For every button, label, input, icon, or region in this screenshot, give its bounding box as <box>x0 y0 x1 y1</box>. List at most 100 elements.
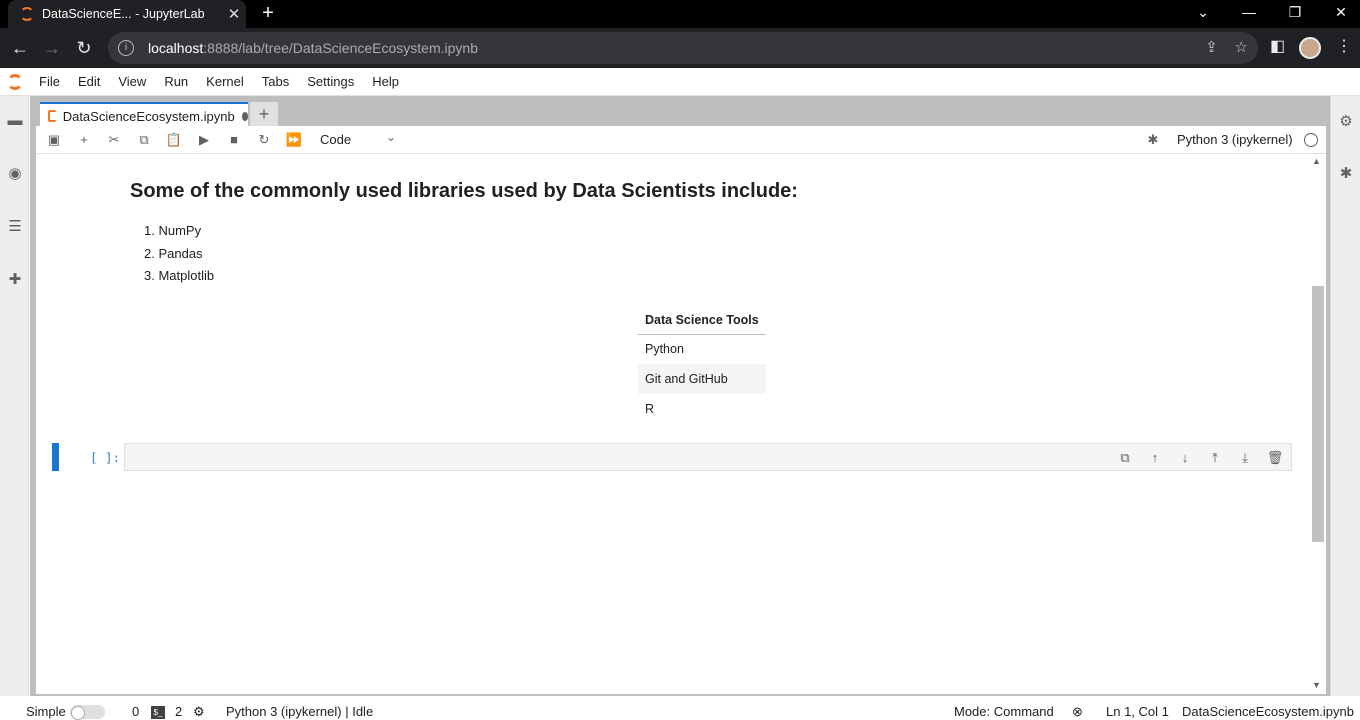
folder-icon[interactable]: ▬ <box>5 112 25 132</box>
kernel-status-text[interactable]: Python 3 (ipykernel) | Idle <box>226 704 373 719</box>
insert-cell-icon[interactable]: + <box>74 131 94 149</box>
kernel-settings-icon[interactable]: ⚙ <box>193 704 205 720</box>
table-of-contents-icon[interactable]: ☰ <box>5 217 25 237</box>
site-info-icon[interactable]: i <box>118 40 134 56</box>
move-up-icon[interactable]: ↑ <box>1145 449 1165 467</box>
debugger-status-icon[interactable]: ⊗ <box>1072 704 1083 720</box>
menu-tabs[interactable]: Tabs <box>253 74 298 89</box>
jupyter-menubar: File Edit View Run Kernel Tabs Settings … <box>0 68 1360 96</box>
browser-tab[interactable]: DataScienceE... - JupyterLab ✕ <box>8 0 246 28</box>
menu-edit[interactable]: Edit <box>69 74 109 89</box>
browser-menu-icon[interactable]: ⋮ <box>1336 36 1352 56</box>
back-icon[interactable]: ← <box>8 36 32 60</box>
notebook-toolbar: ▣ + ✂ ⧉ 📋 ▶ ■ ↻ ⏩ Code ⌄ ✱ Python 3 (ipy… <box>36 126 1326 154</box>
url-host: localhost <box>148 40 204 56</box>
table-cell: Git and GitHub <box>638 364 766 394</box>
status-bar: Simple 0 $_ 2 ⚙ Python 3 (ipykernel) | I… <box>0 702 1360 720</box>
libraries-list: 1. NumPy 2. Pandas 3. Matplotlib <box>144 220 214 288</box>
reload-icon[interactable]: ↻ <box>72 36 96 60</box>
save-icon[interactable]: ▣ <box>44 131 64 149</box>
editor-mode: Mode: Command <box>954 704 1054 719</box>
terminal-icon[interactable]: $_ <box>151 706 165 719</box>
share-icon[interactable]: ⇪ <box>1205 39 1218 56</box>
extension-manager-icon[interactable]: ✚ <box>5 270 25 290</box>
unsaved-dot-icon[interactable] <box>241 111 248 121</box>
restart-icon[interactable]: ↻ <box>254 131 274 149</box>
browser-tab-strip: DataScienceE... - JupyterLab ✕ + ⌄ — ❐ ✕ <box>0 0 1360 28</box>
debugger-icon[interactable]: ✱ <box>1336 164 1356 184</box>
stop-icon[interactable]: ■ <box>224 131 244 149</box>
paste-icon[interactable]: 📋 <box>164 131 184 149</box>
new-tab-button[interactable]: + <box>256 2 280 26</box>
scroll-up-icon[interactable]: ▲ <box>1312 156 1321 166</box>
code-cell[interactable]: [ ]: ⧉ ↑ ↓ ⤒ ⤓ 🗑 <box>52 442 1292 472</box>
run-icon[interactable]: ▶ <box>194 131 214 149</box>
browser-tab-title: DataScienceE... - JupyterLab <box>42 7 205 21</box>
kernel-name[interactable]: Python 3 (ipykernel) <box>1177 132 1293 147</box>
terminals-count[interactable]: 0 <box>132 704 139 719</box>
menu-help[interactable]: Help <box>363 74 408 89</box>
move-down-icon[interactable]: ↓ <box>1175 449 1195 467</box>
restart-run-all-icon[interactable]: ⏩ <box>284 131 304 149</box>
kernel-status-icon <box>1304 133 1318 147</box>
table-header: Data Science Tools <box>638 308 766 335</box>
duplicate-cell-icon[interactable]: ⧉ <box>1115 449 1135 467</box>
menu-file[interactable]: File <box>30 74 69 89</box>
delete-cell-icon[interactable]: 🗑 <box>1265 449 1285 467</box>
active-cell-indicator <box>52 443 59 471</box>
copy-icon[interactable]: ⧉ <box>134 131 154 149</box>
right-sidebar: ⚙ ✱ <box>1330 96 1360 696</box>
minimize-icon[interactable]: — <box>1226 0 1272 28</box>
jupyter-favicon-icon <box>20 7 34 21</box>
simple-mode-toggle[interactable] <box>70 705 105 720</box>
cell-prompt: [ ]: <box>90 450 121 465</box>
table-cell: R <box>645 402 655 416</box>
list-item: 1. NumPy <box>144 223 202 238</box>
close-tab-icon[interactable]: ✕ <box>222 5 246 23</box>
scroll-thumb[interactable] <box>1312 286 1324 542</box>
list-item: 3. Matplotlib <box>144 268 215 283</box>
code-editor[interactable]: ⧉ ↑ ↓ ⤒ ⤓ 🗑 <box>124 443 1292 471</box>
tools-table: Data Science Tools Python Git and GitHub… <box>638 308 766 424</box>
current-file-name: DataScienceEcosystem.ipynb <box>1182 704 1354 719</box>
side-panel-icon[interactable]: ◧ <box>1270 36 1285 56</box>
list-item: 2. Pandas <box>144 245 203 261</box>
scroll-down-icon[interactable]: ▼ <box>1312 680 1321 690</box>
cut-icon[interactable]: ✂ <box>104 131 124 149</box>
notebook-scrollbar[interactable]: ▲ ▼ <box>1308 154 1326 694</box>
kernels-count[interactable]: 2 <box>175 704 182 719</box>
bookmark-star-icon[interactable]: ☆ <box>1235 39 1248 56</box>
property-inspector-icon[interactable]: ⚙ <box>1336 112 1356 132</box>
left-sidebar: ▬ ◉ ☰ ✚ <box>0 96 29 696</box>
menu-settings[interactable]: Settings <box>298 74 363 89</box>
notebook-tab[interactable]: DataScienceEcosystem.ipynb <box>40 102 248 128</box>
menu-kernel[interactable]: Kernel <box>197 74 253 89</box>
address-bar[interactable]: i localhost:8888/lab/tree/DataScienceEco… <box>108 32 1258 64</box>
restore-icon[interactable]: ❐ <box>1272 0 1318 28</box>
tab-search-icon[interactable]: ⌄ <box>1180 0 1226 28</box>
insert-below-icon[interactable]: ⤓ <box>1235 449 1255 467</box>
debugger-toggle-icon[interactable]: ✱ <box>1143 131 1163 149</box>
new-launcher-button[interactable]: + <box>250 102 278 126</box>
menu-run[interactable]: Run <box>155 74 197 89</box>
running-kernels-icon[interactable]: ◉ <box>5 164 25 184</box>
close-window-icon[interactable]: ✕ <box>1318 0 1360 28</box>
chevron-down-icon[interactable]: ⌄ <box>386 130 396 144</box>
url-path: :8888/lab/tree/DataScienceEcosystem.ipyn… <box>203 40 478 56</box>
table-cell: Python <box>645 342 684 357</box>
browser-navbar: ← → ↻ i localhost:8888/lab/tree/DataScie… <box>0 28 1360 68</box>
cell-type-select[interactable]: Code <box>320 132 351 147</box>
document-tab-bar: DataScienceEcosystem.ipynb + <box>36 100 1326 128</box>
notebook-panel: ▣ + ✂ ⧉ 📋 ▶ ■ ↻ ⏩ Code ⌄ ✱ Python 3 (ipy… <box>36 126 1326 694</box>
notebook-tab-label: DataScienceEcosystem.ipynb <box>62 108 235 124</box>
menu-view[interactable]: View <box>109 74 155 89</box>
jupyter-logo-icon <box>0 68 30 96</box>
notebook-icon <box>48 110 57 122</box>
forward-icon[interactable]: → <box>40 36 64 60</box>
profile-avatar[interactable] <box>1299 37 1321 59</box>
insert-above-icon[interactable]: ⤒ <box>1205 449 1225 467</box>
url-actions: ⇪ ☆ <box>1205 38 1248 56</box>
simple-mode-label: Simple <box>26 704 66 719</box>
cursor-position[interactable]: Ln 1, Col 1 <box>1106 704 1169 719</box>
markdown-heading: Some of the commonly used libraries used… <box>130 180 798 202</box>
